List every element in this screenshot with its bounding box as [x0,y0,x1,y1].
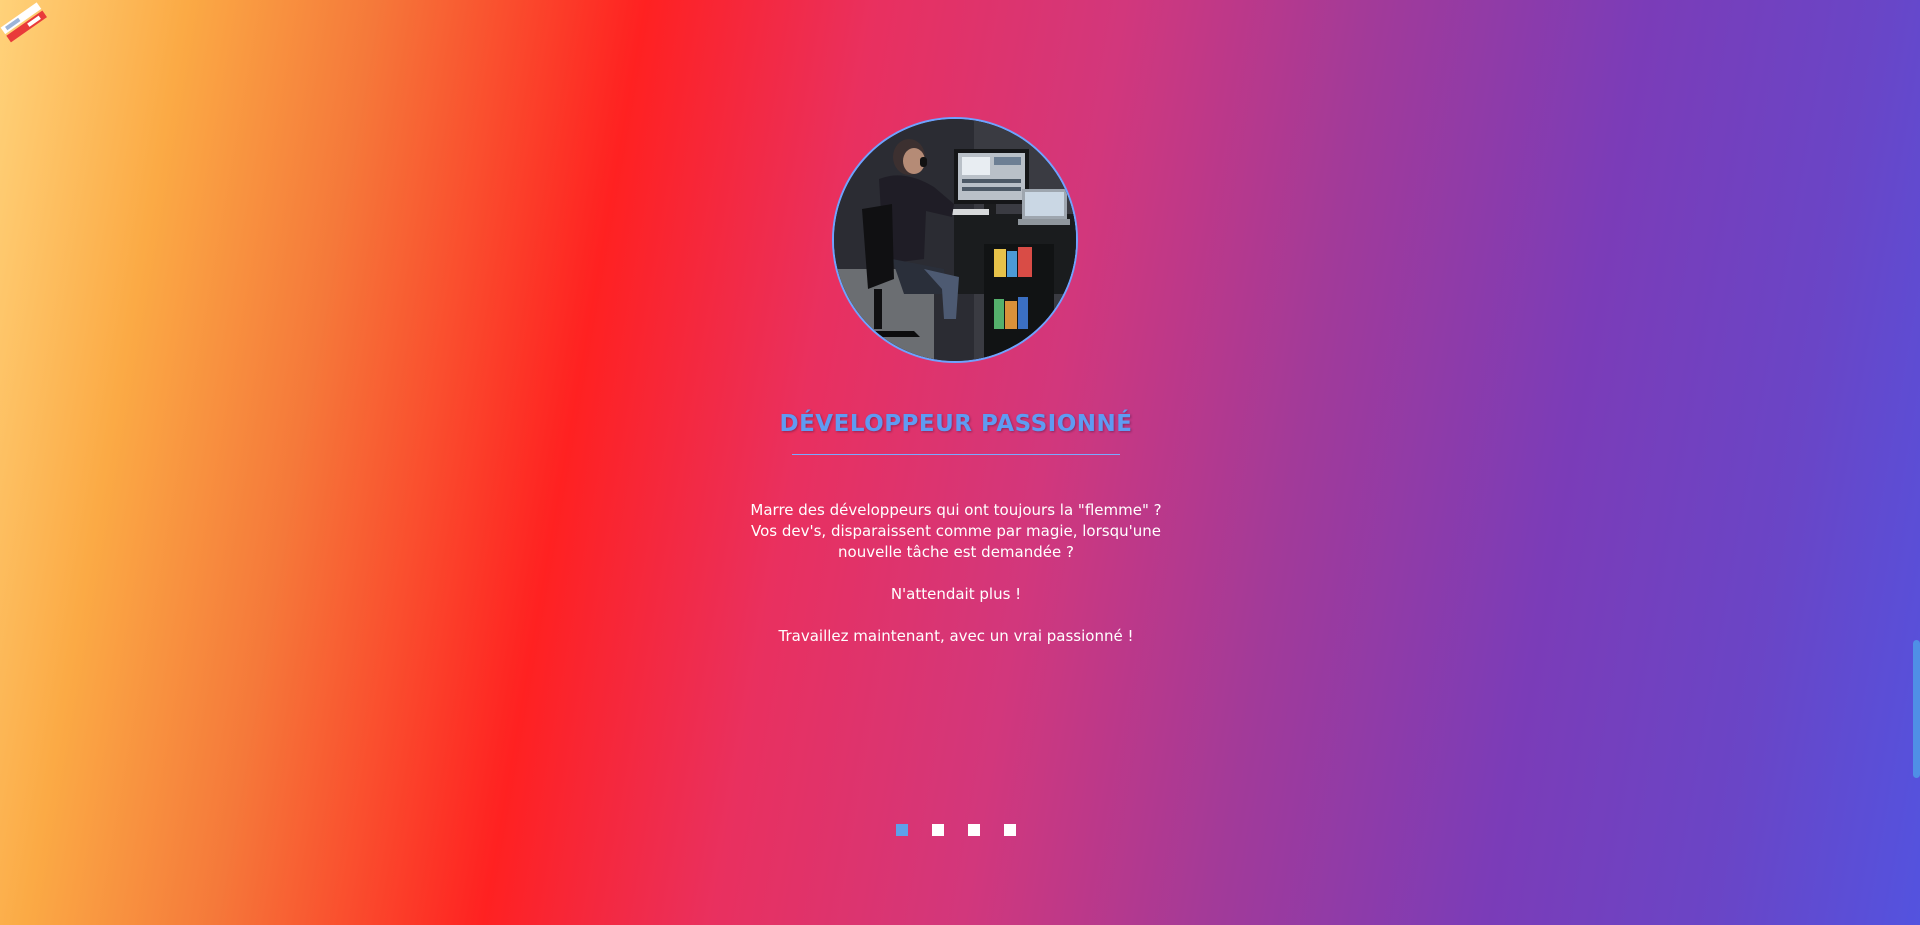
description-line: Marre des développeurs qui ont toujours … [750,501,1162,519]
carousel-dot-1[interactable] [896,824,908,836]
hero-slide: DÉVELOPPEUR PASSIONNÉ Marre des développ… [0,0,1920,925]
description-line: Travaillez maintenant, avec un vrai pass… [778,627,1134,645]
carousel-dot-2[interactable] [932,824,944,836]
developer-photo [832,117,1078,363]
description-line: N'attendait plus ! [890,585,1022,603]
description-line: nouvelle tâche est demandée ? [838,543,1074,561]
slide-title: DÉVELOPPEUR PASSIONNÉ [779,411,1133,438]
description-line: Vos dev's, disparaissent comme par magie… [751,522,1161,540]
carousel-pagination [896,824,1016,836]
scrollbar-thumb[interactable] [1913,640,1920,778]
slide-description: Marre des développeurs qui ont toujours … [656,500,1256,647]
carousel-dot-3[interactable] [968,824,980,836]
title-divider [792,454,1120,455]
carousel-dot-4[interactable] [1004,824,1016,836]
page-scrollbar[interactable] [1912,0,1920,925]
